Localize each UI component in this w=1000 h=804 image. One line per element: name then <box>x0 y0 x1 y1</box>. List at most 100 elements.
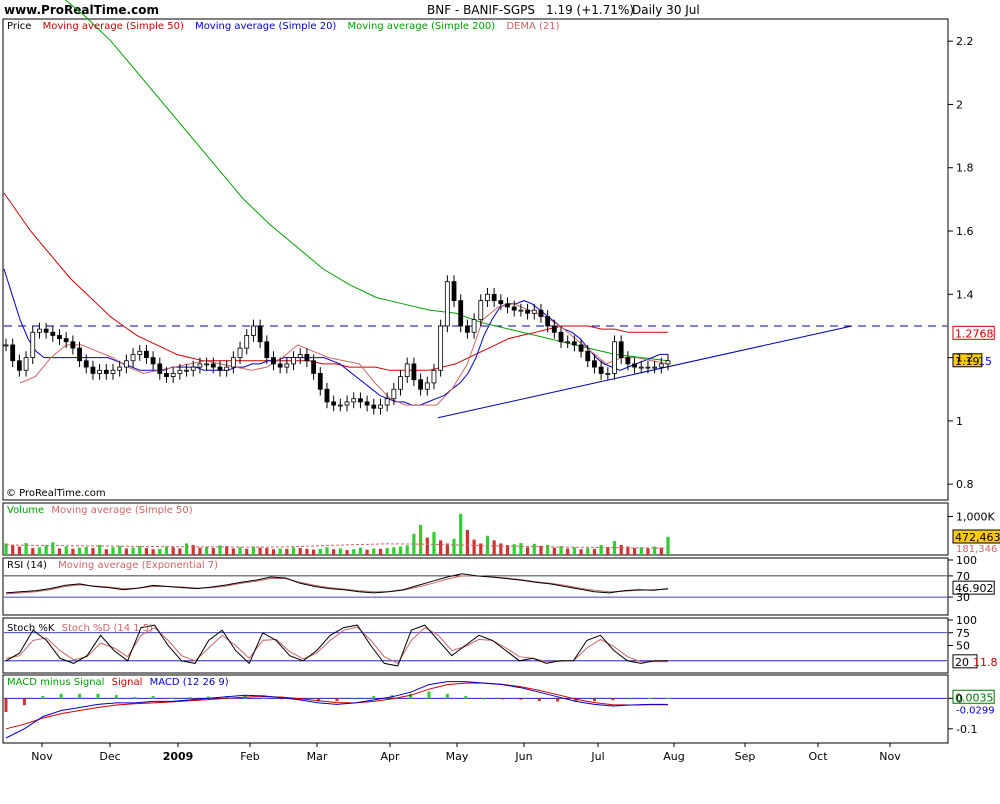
price-candle <box>277 363 283 368</box>
volume-bar <box>231 548 235 555</box>
price-candle <box>230 357 236 368</box>
price-candle <box>3 344 9 347</box>
price-candle <box>411 363 417 381</box>
volume-bar <box>378 548 383 555</box>
macd-histogram-bar <box>78 693 82 699</box>
legend-macd-line: MACD (12 26 9) <box>150 677 229 688</box>
price-candle <box>244 335 250 349</box>
price-candle <box>391 388 397 400</box>
price-candle <box>571 341 577 346</box>
x-tick-label: Apr <box>380 750 400 763</box>
volume-bar <box>472 539 476 555</box>
price-candle <box>665 360 671 365</box>
price-candle <box>70 341 76 349</box>
macd-y-tick: -0.1 <box>956 723 977 736</box>
price-candle <box>63 338 69 343</box>
volume-bar <box>632 548 637 555</box>
price-candle <box>331 401 337 406</box>
price-candle <box>190 366 196 371</box>
price-candle <box>37 328 42 333</box>
price-candle <box>130 354 136 362</box>
sma20-last-label: 15 <box>978 355 992 368</box>
price-candle <box>491 293 497 302</box>
volume-bar <box>111 547 115 555</box>
price-candle <box>358 398 363 403</box>
macd-histogram-bar <box>501 698 504 700</box>
volume-bar <box>265 548 269 555</box>
volume-bar <box>492 540 496 555</box>
price-candle <box>585 350 591 362</box>
price-candle <box>364 401 370 406</box>
volume-bar <box>332 549 336 555</box>
macd-histogram-bar <box>611 698 615 701</box>
volume-bar <box>499 543 503 555</box>
price-candle <box>578 344 584 352</box>
macd-histogram-bar <box>133 696 137 699</box>
volume-bar <box>311 549 316 555</box>
legend-price: Price <box>7 21 31 32</box>
volume-bar <box>271 549 276 555</box>
volume-y-tick: 1,000K <box>956 510 995 523</box>
legend-volume-sma: Moving average (Simple 50) <box>51 505 192 516</box>
price-candle <box>304 354 310 362</box>
price-candle <box>317 373 323 390</box>
price-y-tick: 2 <box>956 98 963 111</box>
price-panel[interactable] <box>2 18 949 501</box>
volume-bar <box>646 548 650 555</box>
price-candle <box>83 360 89 368</box>
price-candle <box>464 325 470 333</box>
price-candle <box>525 309 530 314</box>
price-candle <box>10 344 16 362</box>
x-tick-label: Nov <box>879 750 901 763</box>
price-candle <box>638 366 644 369</box>
price-candle <box>311 360 316 374</box>
volume-last-label: 472,463 <box>955 531 1000 544</box>
volume-bar <box>372 548 376 555</box>
x-tick-label: 2009 <box>163 750 194 763</box>
volume-bar <box>91 548 95 555</box>
volume-bar <box>606 546 610 555</box>
price-candle <box>618 341 624 358</box>
price-candle <box>398 376 403 390</box>
macd-histogram-bar <box>556 698 560 702</box>
x-tick-label: Dec <box>99 750 120 763</box>
svg-text:Stoch %K Stoch %D (14 1: Stoch %K Stoch %D (14 1 5) <box>7 623 153 634</box>
price-candle <box>297 354 303 358</box>
volume-bar <box>211 548 215 555</box>
price-y-tick: 1.4 <box>956 288 974 301</box>
volume-bar <box>619 544 623 555</box>
volume-bar <box>138 546 142 555</box>
price-candle <box>565 341 571 344</box>
price-candle <box>384 398 390 406</box>
price-y-tick: 1 <box>956 415 963 428</box>
price-candle <box>351 398 357 403</box>
macd-histogram-bar <box>592 698 596 702</box>
macd-histogram-bar <box>445 693 449 699</box>
price-candle <box>284 363 290 368</box>
volume-bar <box>291 547 296 555</box>
site-title[interactable]: www.ProRealTime.com <box>4 3 159 17</box>
price-candle <box>632 363 637 368</box>
volume-bar <box>205 546 209 555</box>
price-candle <box>378 404 383 409</box>
price-candle <box>197 363 203 368</box>
volume-bar <box>305 548 309 555</box>
volume-bar <box>439 540 443 555</box>
macd-histogram-bar <box>648 697 652 699</box>
volume-bar <box>352 549 356 555</box>
price-candle <box>164 373 169 377</box>
price-y-tick: 1.8 <box>956 162 974 175</box>
volume-bar <box>198 547 202 555</box>
volume-bar <box>164 546 169 555</box>
price-candle <box>518 309 524 312</box>
x-tick-label: Feb <box>240 750 259 763</box>
price-candle <box>97 369 103 374</box>
rsi-y-tick: 70 <box>956 570 970 583</box>
volume-bar <box>465 529 469 555</box>
svg-text:Volume Moving average (S: Volume Moving average (Simple 50) <box>7 505 193 516</box>
price-candle <box>204 363 210 366</box>
rsi-y-tick: 30 <box>956 591 970 604</box>
price-candle <box>144 350 149 358</box>
x-tick-label: May <box>446 750 469 763</box>
stoch-y-tick: 75 <box>956 627 970 640</box>
